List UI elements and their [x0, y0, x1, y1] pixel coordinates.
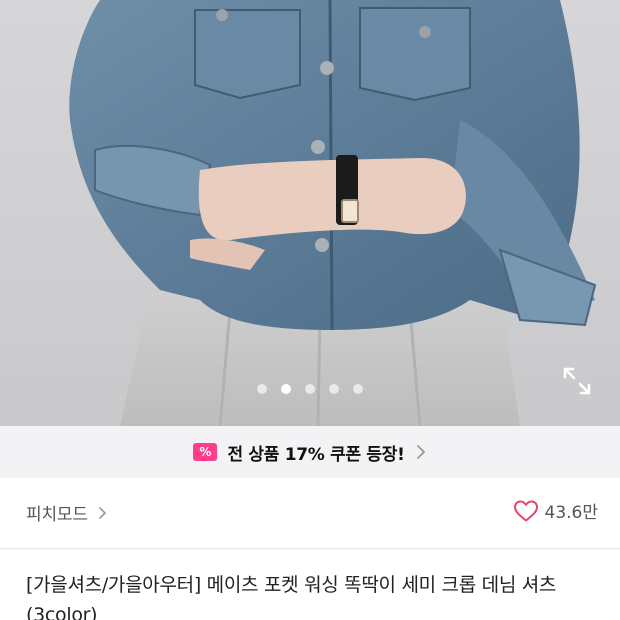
coupon-banner[interactable]: % 전 상품 17% 쿠폰 등장! [0, 426, 620, 478]
product-title: [가을셔츠/가을아우터] 메이츠 포켓 워싱 똑딱이 세미 크롭 데님 셔츠 (… [26, 574, 557, 620]
store-row: 피치모드 43.6만 [0, 478, 620, 548]
like-count: 43.6만 [544, 503, 599, 523]
product-image[interactable] [0, 0, 620, 426]
carousel-indicator [0, 384, 620, 394]
heart-icon [513, 500, 538, 521]
like-button[interactable]: 43.6만 [513, 498, 599, 523]
chevron-right-icon [416, 445, 425, 459]
chevron-right-icon [98, 506, 106, 519]
store-name: 피치모드 [26, 505, 88, 525]
expand-icon[interactable] [561, 365, 593, 397]
coupon-text: 전 상품 17% 쿠폰 등장! [227, 444, 405, 465]
product-page: % 전 상품 17% 쿠폰 등장! 피치모드 43.6만 [가을셔츠/가을아우터… [0, 0, 620, 620]
carousel-dot[interactable] [353, 384, 363, 394]
divider [0, 548, 620, 549]
carousel-dot-active[interactable] [281, 384, 291, 394]
product-photo-illustration [0, 0, 620, 426]
store-link[interactable]: 피치모드 [26, 500, 108, 525]
carousel-dot[interactable] [305, 384, 315, 394]
coupon-icon: % [193, 443, 218, 461]
carousel-dot[interactable] [257, 384, 267, 394]
carousel-dot[interactable] [329, 384, 339, 394]
